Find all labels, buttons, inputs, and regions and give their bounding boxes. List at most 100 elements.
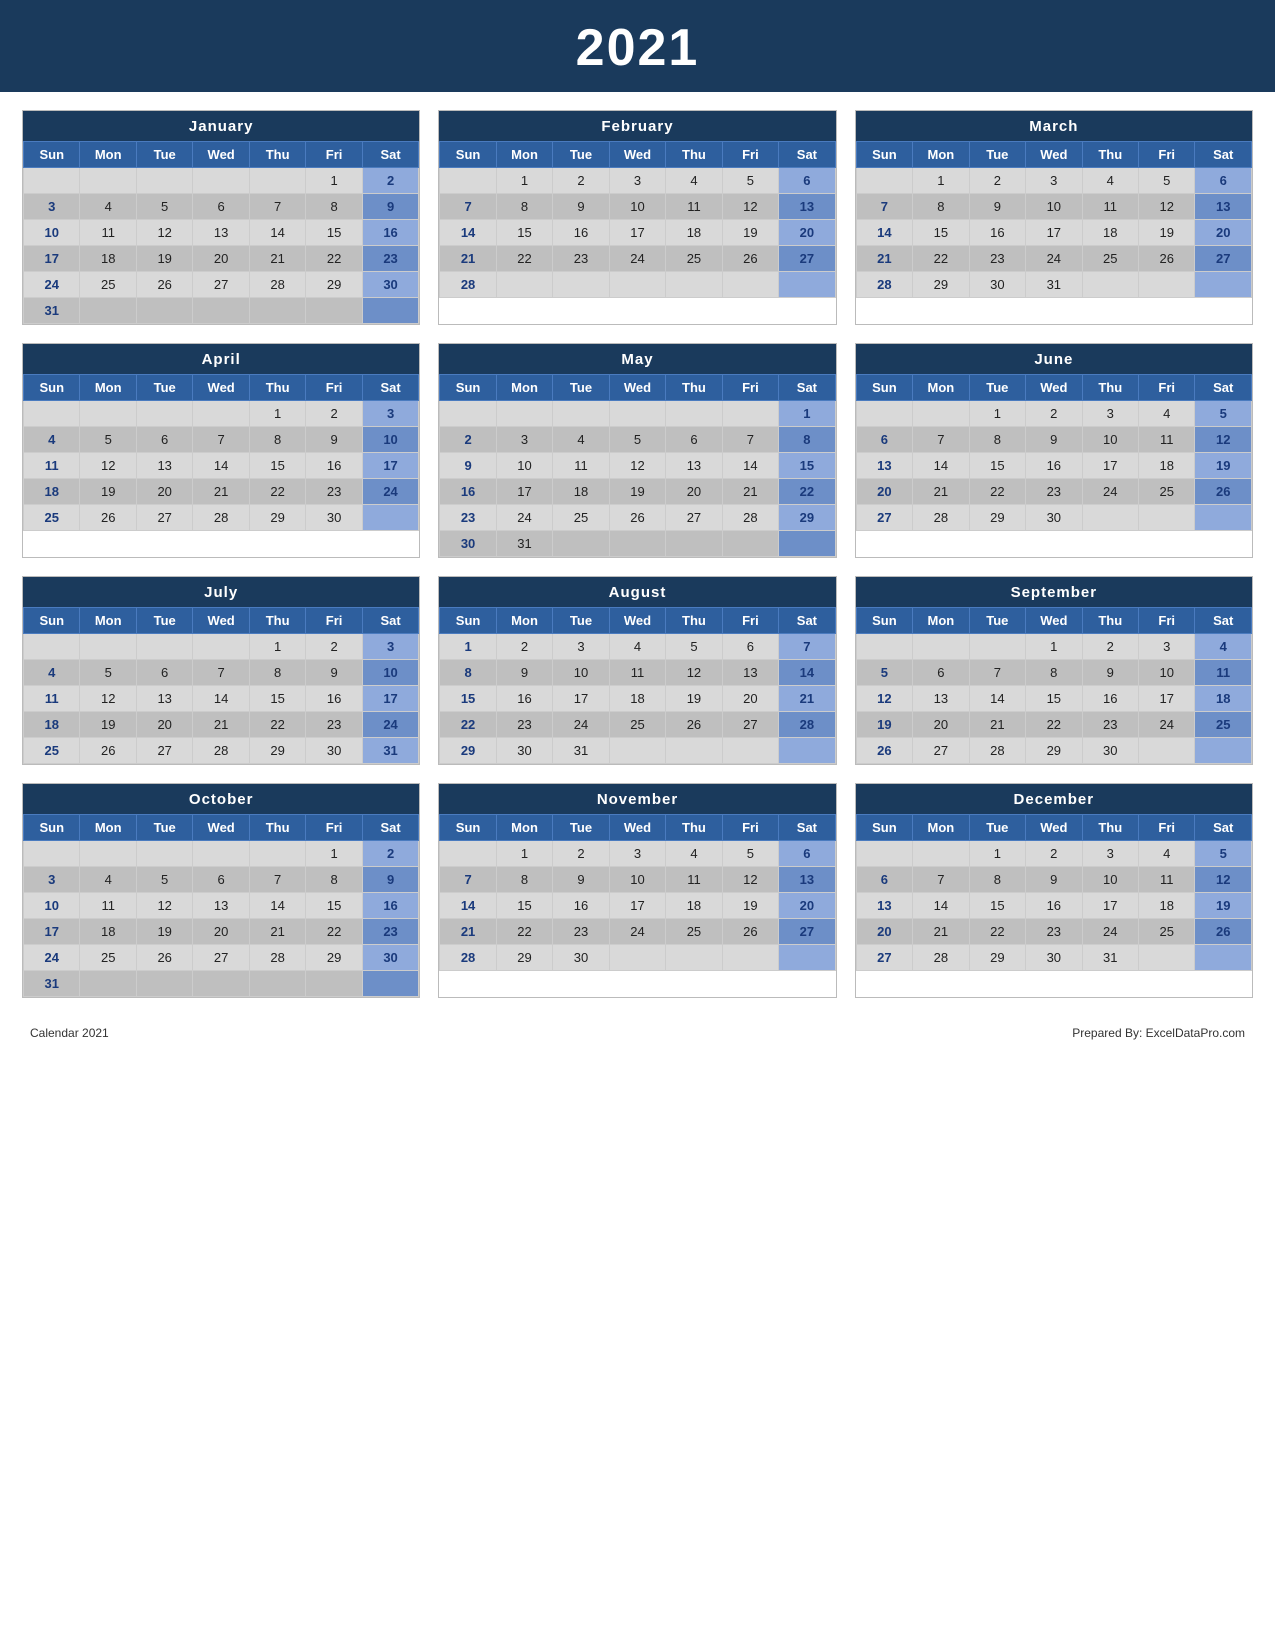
calendar-cell: 18 (1139, 453, 1195, 479)
calendar-row: 13141516171819 (856, 893, 1251, 919)
calendar-cell: 18 (1139, 893, 1195, 919)
calendar-cell: 14 (969, 686, 1025, 712)
month-title: April (23, 344, 419, 374)
month-block-september: SeptemberSunMonTueWedThuFriSat1234567891… (855, 576, 1253, 765)
calendar-cell (193, 841, 249, 867)
day-header-tue: Tue (553, 608, 609, 634)
calendar-cell: 15 (779, 453, 836, 479)
calendar-cell: 23 (553, 246, 609, 272)
calendar-cell: 25 (666, 919, 722, 945)
calendar-cell: 5 (1139, 168, 1195, 194)
calendar-table: SunMonTueWedThuFriSat1234567891011121314… (856, 141, 1252, 298)
calendar-cell: 23 (440, 505, 496, 531)
calendar-cell: 3 (609, 841, 665, 867)
calendar-cell: 6 (856, 427, 912, 453)
day-header-sun: Sun (440, 375, 496, 401)
calendar-row: 252627282930 (24, 505, 419, 531)
calendar-cell: 28 (440, 945, 496, 971)
calendar-cell: 14 (856, 220, 912, 246)
calendar-row: 18192021222324 (24, 712, 419, 738)
calendar-row: 25262728293031 (24, 738, 419, 764)
calendar-cell (666, 272, 722, 298)
calendar-row: 11121314151617 (24, 686, 419, 712)
day-header-fri: Fri (1139, 815, 1195, 841)
calendar-cell (193, 634, 249, 660)
calendar-cell (722, 401, 778, 427)
calendar-row: 27282930 (856, 505, 1251, 531)
calendar-cell: 31 (362, 738, 419, 764)
calendar-row: 45678910 (24, 427, 419, 453)
calendar-cell: 17 (1082, 893, 1138, 919)
calendar-cell: 22 (496, 919, 552, 945)
calendar-row: 45678910 (24, 660, 419, 686)
calendar-cell: 4 (1082, 168, 1138, 194)
calendar-cell: 28 (779, 712, 836, 738)
calendar-cell: 13 (666, 453, 722, 479)
calendar-table: SunMonTueWedThuFriSat1234567891011121314… (23, 607, 419, 764)
calendar-row: 123456 (440, 841, 835, 867)
day-header-sat: Sat (779, 142, 836, 168)
day-header-sat: Sat (1195, 608, 1252, 634)
calendar-cell: 17 (24, 919, 80, 945)
calendar-cell: 15 (249, 686, 305, 712)
calendar-cell (24, 168, 80, 194)
calendar-table: SunMonTueWedThuFriSat1234567891011121314… (23, 141, 419, 324)
calendar-cell: 16 (1026, 893, 1082, 919)
calendar-cell: 5 (856, 660, 912, 686)
day-header-tue: Tue (136, 375, 192, 401)
calendar-cell: 9 (362, 867, 419, 893)
calendar-cell: 24 (24, 945, 80, 971)
day-header-sun: Sun (24, 142, 80, 168)
calendar-cell (1139, 505, 1195, 531)
calendar-cell: 15 (440, 686, 496, 712)
calendar-cell: 27 (779, 919, 836, 945)
calendar-cell: 1 (779, 401, 836, 427)
calendar-cell (1195, 505, 1252, 531)
calendar-cell: 30 (1026, 505, 1082, 531)
calendar-cell: 30 (1082, 738, 1138, 764)
calendar-cell (440, 168, 496, 194)
calendar-row: 3456789 (24, 194, 419, 220)
calendar-cell: 7 (722, 427, 778, 453)
calendar-cell: 13 (856, 453, 912, 479)
calendar-row: 12 (24, 841, 419, 867)
calendar-cell: 16 (496, 686, 552, 712)
calendar-cell: 4 (609, 634, 665, 660)
calendar-cell: 6 (856, 867, 912, 893)
calendar-row: 3456789 (24, 867, 419, 893)
calendar-cell: 10 (24, 893, 80, 919)
day-header-thu: Thu (1082, 375, 1138, 401)
calendar-cell: 2 (362, 168, 419, 194)
calendar-cell: 13 (913, 686, 969, 712)
calendar-cell: 10 (609, 867, 665, 893)
calendar-cell: 14 (249, 893, 305, 919)
day-header-fri: Fri (1139, 142, 1195, 168)
calendar-cell: 1 (496, 841, 552, 867)
calendar-cell: 27 (193, 272, 249, 298)
calendar-cell: 26 (609, 505, 665, 531)
calendar-cell (609, 272, 665, 298)
month-title: August (439, 577, 835, 607)
calendar-cell: 29 (496, 945, 552, 971)
calendar-cell (136, 634, 192, 660)
calendar-cell (666, 945, 722, 971)
calendar-cell: 10 (553, 660, 609, 686)
calendar-row: 18192021222324 (24, 479, 419, 505)
calendar-cell: 6 (193, 194, 249, 220)
calendar-row: 24252627282930 (24, 945, 419, 971)
calendar-cell: 26 (136, 945, 192, 971)
calendar-cell: 13 (779, 867, 836, 893)
calendar-cell: 23 (1082, 712, 1138, 738)
calendar-cell: 13 (779, 194, 836, 220)
calendar-cell: 12 (856, 686, 912, 712)
calendar-cell (856, 401, 912, 427)
calendar-cell: 29 (969, 505, 1025, 531)
calendar-cell: 5 (722, 841, 778, 867)
day-header-tue: Tue (969, 608, 1025, 634)
calendar-cell: 3 (1082, 841, 1138, 867)
day-header-thu: Thu (666, 142, 722, 168)
calendar-cell: 7 (249, 867, 305, 893)
calendar-cell: 28 (193, 505, 249, 531)
calendar-cell (1195, 945, 1252, 971)
calendar-cell: 8 (779, 427, 836, 453)
